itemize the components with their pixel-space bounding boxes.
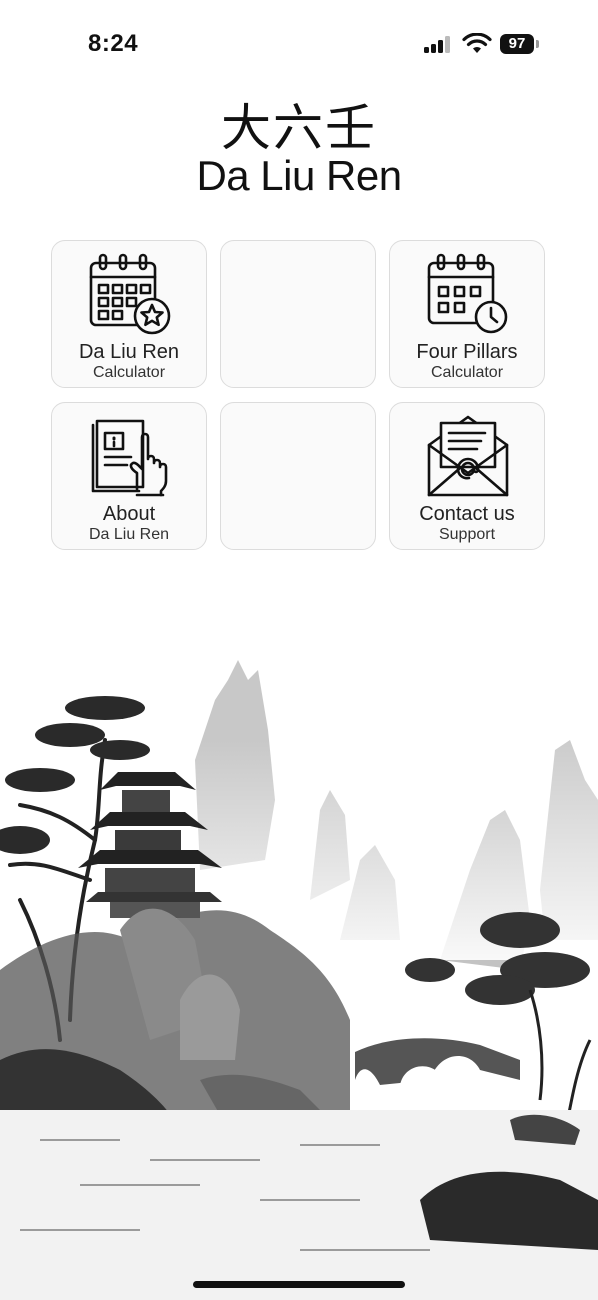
tile-title: About bbox=[102, 503, 156, 525]
tile-subtitle: Calculator bbox=[430, 364, 504, 381]
tile-subtitle: Calculator bbox=[92, 364, 166, 381]
wifi-icon bbox=[462, 33, 492, 53]
tile-subtitle: Da Liu Ren bbox=[88, 526, 170, 543]
cellular-signal-icon bbox=[424, 36, 452, 53]
tile-subtitle: Support bbox=[438, 526, 496, 543]
calendar-clock-icon bbox=[427, 253, 508, 334]
status-time: 8:24 bbox=[88, 30, 139, 57]
info-book-icon bbox=[91, 419, 168, 497]
tile-contact-us[interactable]: Contact us Support bbox=[389, 402, 545, 550]
battery-icon: 97 bbox=[500, 34, 540, 54]
battery-level: 97 bbox=[500, 34, 534, 54]
mail-envelope-icon bbox=[427, 415, 509, 497]
tile-title: Contact us bbox=[419, 503, 515, 525]
tile-title: Four Pillars bbox=[416, 341, 518, 363]
app-title-chinese: 大六壬 bbox=[221, 99, 377, 157]
ink-landscape-illustration bbox=[0, 660, 598, 1300]
app-title: Da Liu Ren bbox=[196, 152, 402, 199]
tile-empty[interactable] bbox=[220, 240, 376, 388]
status-bar: 8:24 97 bbox=[0, 0, 598, 90]
tile-four-pillars-calculator[interactable]: Four Pillars Calculator bbox=[389, 240, 545, 388]
tile-empty[interactable] bbox=[220, 402, 376, 550]
tile-da-liu-ren-calculator[interactable]: Da Liu Ren Calculator bbox=[51, 240, 207, 388]
calendar-star-icon bbox=[89, 253, 171, 335]
home-indicator[interactable] bbox=[193, 1281, 405, 1288]
tile-title: Da Liu Ren bbox=[78, 341, 180, 363]
tile-about[interactable]: About Da Liu Ren bbox=[51, 402, 207, 550]
